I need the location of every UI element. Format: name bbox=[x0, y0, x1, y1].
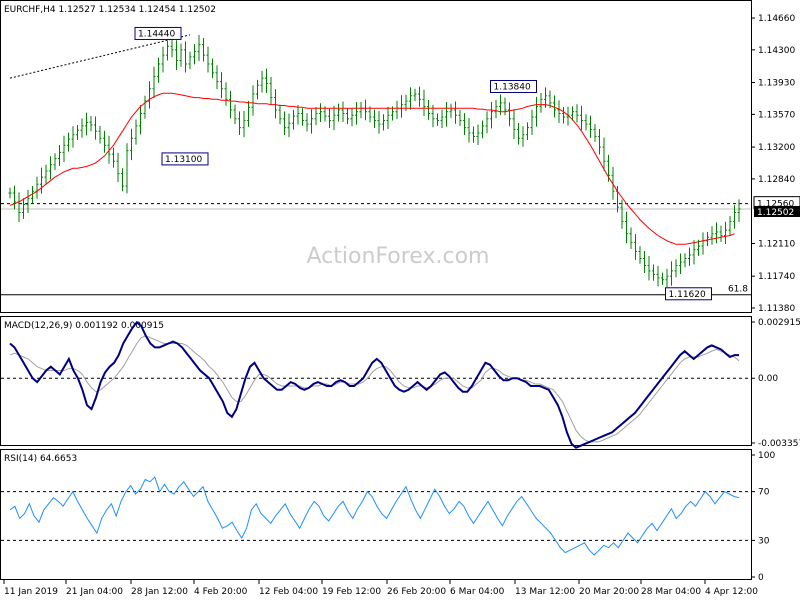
x-tick-label: 13 Mar 12:00 bbox=[515, 587, 575, 597]
price-tick-label: 1.12840 bbox=[758, 175, 795, 185]
price-tick-label: 1.14660 bbox=[758, 14, 795, 24]
rsi-tick-label: 0 bbox=[758, 573, 764, 583]
price-annotation-label: 1.11620 bbox=[669, 290, 706, 300]
current-price-label: 1.12502 bbox=[757, 208, 794, 218]
macd-tick-label: -0.003357 bbox=[758, 439, 800, 449]
price-annotation-label: 1.13840 bbox=[494, 83, 531, 93]
price-tick-label: 1.11380 bbox=[758, 304, 795, 314]
x-tick-label: 21 Jan 04:00 bbox=[66, 587, 123, 597]
rsi-tick-label: 70 bbox=[758, 488, 770, 498]
x-tick-label: 4 Feb 20:00 bbox=[194, 587, 248, 597]
x-tick-label: 19 Feb 12:00 bbox=[322, 587, 381, 597]
price-annotation-label: 1.14440 bbox=[138, 29, 175, 39]
rsi-tick-label: 100 bbox=[758, 451, 775, 461]
fib-line-label: 61.8 bbox=[728, 285, 748, 295]
x-tick-label: 12 Feb 04:00 bbox=[259, 587, 318, 597]
rsi-panel-frame bbox=[0, 449, 752, 580]
price-tick-label: 1.13570 bbox=[758, 110, 795, 120]
x-tick-label: 28 Jan 12:00 bbox=[131, 587, 188, 597]
price-annotation-label: 1.13100 bbox=[165, 155, 202, 165]
x-tick-label: 28 Mar 04:00 bbox=[641, 587, 701, 597]
price-tick-label: 1.12110 bbox=[758, 239, 795, 249]
macd-panel-frame bbox=[0, 316, 752, 446]
x-tick-label: 20 Mar 20:00 bbox=[579, 587, 639, 597]
symbol-header: EURCHF,H4 1.12527 1.12534 1.12454 1.1250… bbox=[4, 5, 216, 15]
chart-svg: ActionForex.com EURCHF,H4 1.12527 1.1253… bbox=[0, 0, 800, 597]
rsi-tick-label: 30 bbox=[758, 536, 770, 546]
price-tick-label: 1.11740 bbox=[758, 272, 795, 282]
x-tick-label: 4 Apr 12:00 bbox=[705, 587, 758, 597]
price-tick-label: 1.13930 bbox=[758, 79, 795, 89]
x-tick-label: 26 Feb 20:00 bbox=[387, 587, 446, 597]
macd-tick-label: 0.00 bbox=[758, 374, 778, 384]
x-tick-label: 6 Mar 04:00 bbox=[450, 587, 505, 597]
macd-tick-label: 0.002915 bbox=[758, 318, 800, 328]
price-tick-label: 1.14300 bbox=[758, 46, 795, 56]
chart-root: ActionForex.com EURCHF,H4 1.12527 1.1253… bbox=[0, 0, 800, 600]
price-tick-label: 1.13200 bbox=[758, 143, 795, 153]
x-tick-label: 11 Jan 2019 bbox=[4, 587, 58, 597]
rsi-label: RSI(14) 64.6653 bbox=[4, 454, 77, 464]
watermark: ActionForex.com bbox=[307, 244, 490, 269]
